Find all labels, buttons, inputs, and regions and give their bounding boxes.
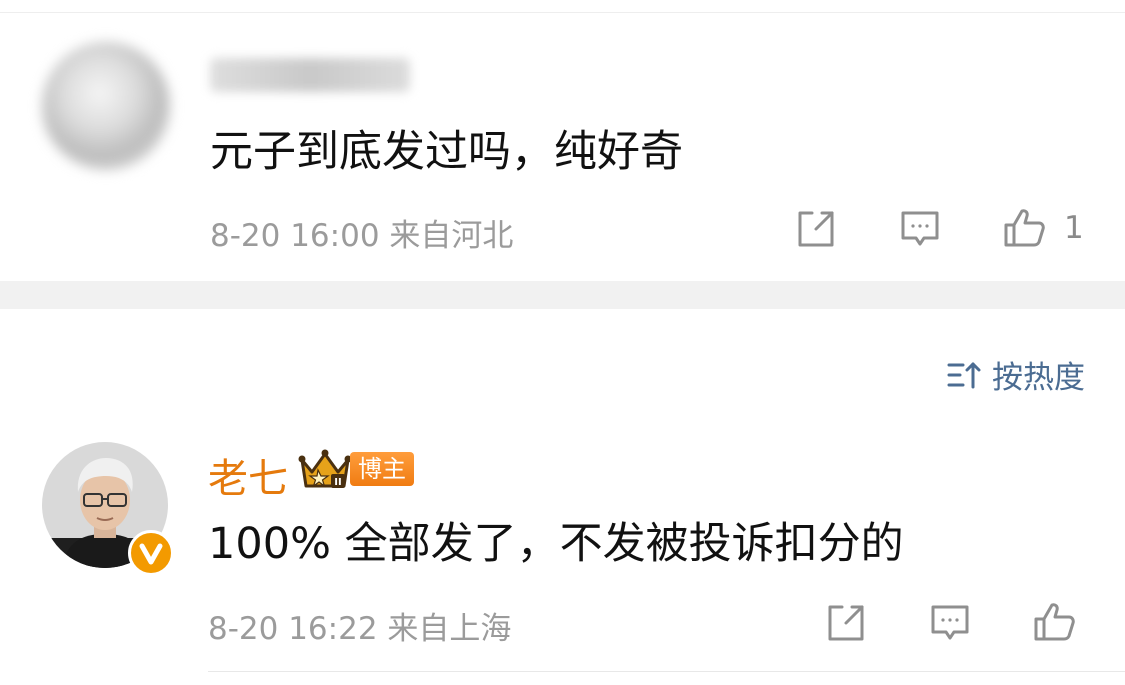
comment-text: 100% 全部发了，不发被投诉扣分的 xyxy=(208,519,904,569)
username[interactable]: 老七 xyxy=(208,446,288,504)
comment-icon[interactable] xyxy=(898,207,942,251)
comment-text: 元子到底发过吗，纯好奇 xyxy=(210,127,683,177)
comment-location: 来自河北 xyxy=(389,218,514,254)
comment-1: 元子到底发过吗，纯好奇 8-20 16:00 来自河北 1 xyxy=(0,0,1125,280)
username-blurred[interactable] xyxy=(210,58,410,92)
comment-time: 8-20 16:22 xyxy=(208,611,378,647)
crown-icon: II xyxy=(298,446,352,492)
comment-location: 来自上海 xyxy=(387,611,512,647)
avatar-blurred[interactable] xyxy=(42,42,170,170)
like-icon[interactable] xyxy=(1002,205,1046,249)
blogger-badge: 博主 xyxy=(350,452,414,486)
verified-v-icon xyxy=(128,530,174,576)
section-separator xyxy=(0,281,1125,309)
like-count: 1 xyxy=(1064,210,1084,246)
sort-label: 按热度 xyxy=(992,360,1085,396)
sort-icon xyxy=(946,357,982,393)
comment-meta: 8-20 16:22 来自上海 xyxy=(208,603,511,648)
comment-time: 8-20 16:00 xyxy=(210,218,380,254)
sort-by-hot[interactable]: 按热度 xyxy=(946,352,1085,397)
bottom-divider xyxy=(208,671,1125,672)
comment-icon[interactable] xyxy=(928,601,972,645)
share-icon[interactable] xyxy=(824,601,868,645)
comment-meta: 8-20 16:00 来自河北 xyxy=(210,210,513,255)
like-icon[interactable] xyxy=(1032,599,1076,643)
share-icon[interactable] xyxy=(794,207,838,251)
crown-level: II xyxy=(334,477,341,488)
